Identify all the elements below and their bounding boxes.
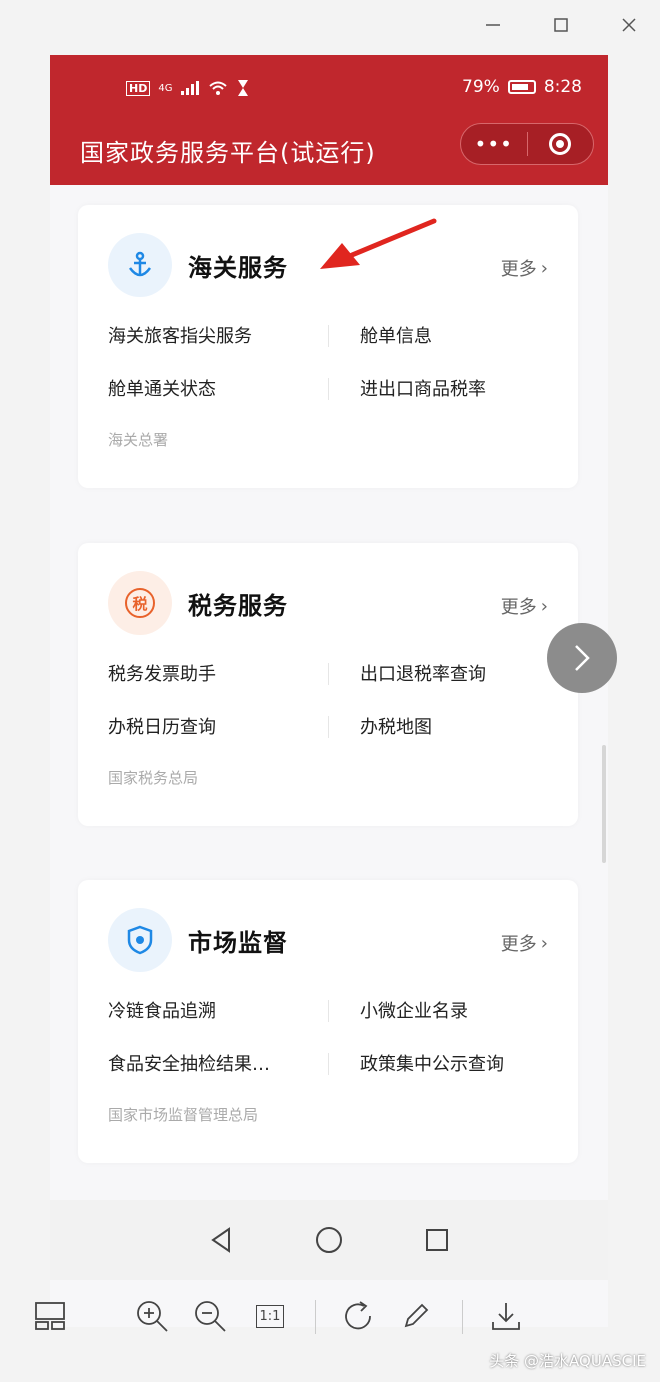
recents-icon[interactable]: [425, 1228, 449, 1252]
miniapp-capsule: •••: [460, 123, 594, 165]
card-title: 税务服务: [188, 591, 288, 620]
hd-icon: HD: [126, 80, 151, 96]
more-label: 更多: [500, 934, 537, 955]
service-item[interactable]: 海关旅客指尖服务: [108, 322, 252, 348]
back-icon[interactable]: [209, 1227, 233, 1253]
next-image-button[interactable]: [547, 623, 617, 693]
zoom-in-button[interactable]: [132, 1296, 172, 1336]
clock: 8:28: [543, 77, 582, 97]
toolbar-divider: [315, 1300, 316, 1334]
service-item[interactable]: 办税地图: [360, 713, 432, 739]
card-header: 海关服务: [108, 233, 288, 297]
close-miniapp-button[interactable]: [528, 133, 594, 155]
tax-icon-glyph: 税: [125, 588, 155, 618]
service-item[interactable]: 冷链食品追溯: [108, 997, 216, 1023]
organization-label: 国家税务总局: [108, 769, 199, 787]
card-title: 市场监督: [188, 928, 288, 957]
more-menu-button[interactable]: •••: [461, 132, 527, 156]
divider: [328, 1053, 329, 1075]
service-item[interactable]: 出口退税率查询: [360, 660, 486, 686]
download-button[interactable]: [486, 1296, 526, 1336]
android-nav-bar: [50, 1200, 608, 1280]
divider: [328, 325, 329, 347]
status-icons-left: HD 4G: [126, 79, 250, 97]
service-item[interactable]: 小微企业名录: [360, 997, 468, 1023]
download-icon: [492, 1303, 520, 1330]
shield-icon: [108, 908, 172, 972]
zoom-in-icon: [137, 1301, 168, 1332]
layout-icon: [35, 1302, 65, 1330]
home-icon[interactable]: [315, 1226, 343, 1254]
divider: [328, 663, 329, 685]
chevron-right-icon: ›: [540, 257, 548, 279]
organization-label: 国家市场监督管理总局: [108, 1106, 259, 1124]
signal-label: 4G: [158, 82, 173, 94]
service-item[interactable]: 舱单信息: [360, 322, 432, 348]
more-label: 更多: [500, 259, 537, 280]
more-link[interactable]: 更多 ›: [501, 593, 548, 619]
annotation-arrow-icon: [320, 218, 437, 269]
anchor-icon: [108, 233, 172, 297]
tax-icon: 税: [108, 571, 172, 635]
viewer-toolbar: 1:1: [0, 1282, 660, 1352]
status-icons-right: 79% 8:28: [462, 77, 582, 97]
wifi-icon: [209, 81, 228, 95]
window-controls: [476, 10, 646, 40]
tax-service-card: 税 税务服务 更多 › 税务发票助手 出口退税率查询 办税日历查询 办税地图 国家…: [78, 543, 578, 826]
toolbar-divider: [462, 1300, 463, 1334]
pencil-icon: [404, 1303, 429, 1328]
divider: [328, 1000, 329, 1022]
divider: [328, 378, 329, 400]
service-item[interactable]: 舱单通关状态: [108, 375, 216, 401]
close-button[interactable]: [612, 10, 646, 40]
edit-button[interactable]: [396, 1296, 436, 1336]
hourglass-icon: [238, 80, 249, 96]
service-item[interactable]: 办税日历查询: [108, 713, 216, 739]
card-header: 市场监督: [108, 908, 288, 972]
more-link[interactable]: 更多 ›: [501, 255, 548, 281]
actual-size-button[interactable]: 1:1: [250, 1296, 290, 1336]
app-header: HD 4G 79% 8:28 国家政务服务平台(试运行) •••: [50, 55, 608, 185]
service-item[interactable]: 税务发票助手: [108, 660, 216, 686]
service-item[interactable]: 食品安全抽检结果…: [108, 1050, 270, 1076]
card-title: 海关服务: [188, 253, 288, 282]
card-header: 税 税务服务: [108, 571, 288, 635]
service-item[interactable]: 进出口商品税率: [360, 375, 486, 401]
divider: [328, 716, 329, 738]
zoom-out-button[interactable]: [190, 1296, 230, 1336]
rotate-button[interactable]: [338, 1296, 378, 1336]
chevron-right-icon: ›: [540, 932, 548, 954]
more-label: 更多: [500, 597, 537, 618]
chevron-right-icon: [575, 645, 590, 671]
scrollbar[interactable]: [602, 745, 606, 863]
app-title: 国家政务服务平台(试运行): [80, 139, 376, 167]
phone-screenshot: HD 4G 79% 8:28 国家政务服务平台(试运行) ••• 海关服务 更多…: [50, 55, 608, 1327]
target-icon: [549, 133, 572, 155]
more-link[interactable]: 更多 ›: [501, 930, 548, 956]
rotate-icon: [345, 1301, 371, 1330]
service-item[interactable]: 政策集中公示查询: [360, 1050, 504, 1076]
maximize-button[interactable]: [544, 10, 578, 40]
thumbnail-view-button[interactable]: [30, 1296, 70, 1336]
chevron-right-icon: ›: [540, 595, 548, 617]
minimize-button[interactable]: [476, 10, 510, 40]
watermark: 头条 @浩水AQUASCIE: [489, 1352, 646, 1370]
organization-label: 海关总署: [108, 431, 169, 449]
battery-icon: [507, 80, 536, 94]
battery-percent: 79%: [462, 77, 500, 97]
market-supervision-card: 市场监督 更多 › 冷链食品追溯 小微企业名录 食品安全抽检结果… 政策集中公示查…: [78, 880, 578, 1163]
zoom-out-icon: [195, 1301, 226, 1332]
signal-icon: [181, 81, 200, 95]
actual-size-label: 1:1: [255, 1304, 285, 1328]
